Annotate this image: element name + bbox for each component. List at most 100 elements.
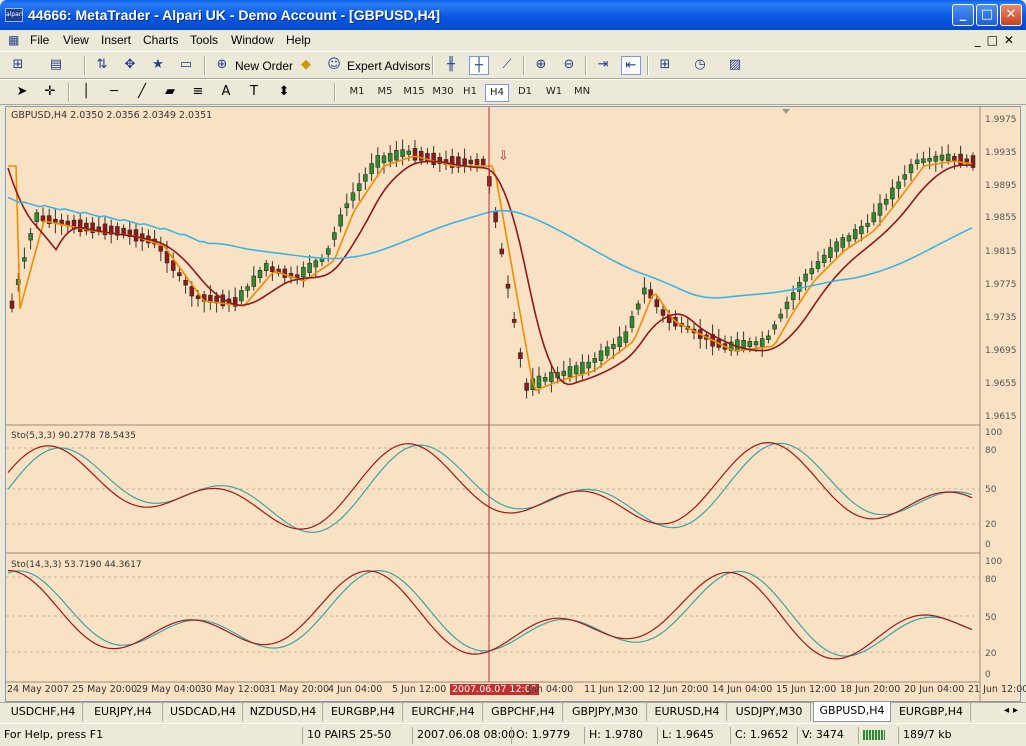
close-button[interactable]: ✕: [1000, 4, 1022, 26]
tab-eurusd[interactable]: EURUSD,H4: [648, 703, 727, 721]
timeframe-w1[interactable]: W1: [541, 84, 567, 102]
tab-gbpchf[interactable]: GBPCHF,H4: [484, 703, 563, 721]
line-chart-icon[interactable]: ⟋: [497, 56, 517, 75]
menu-view[interactable]: View: [63, 33, 89, 47]
candle: [524, 382, 529, 391]
tab-usdcad[interactable]: USDCAD,H4: [164, 703, 243, 721]
stoch2-signal-line: [7, 569, 973, 660]
tab-nzdusd[interactable]: NZDUSD,H4: [244, 703, 323, 721]
indicators-icon[interactable]: ⊞: [655, 56, 675, 75]
timeframe-m15[interactable]: M15: [400, 84, 428, 102]
candle: [629, 316, 635, 328]
chart-shift-icon[interactable]: ⇤: [621, 56, 641, 75]
timeframe-h1[interactable]: H1: [458, 84, 482, 102]
cursor-icon[interactable]: ➤: [12, 83, 32, 102]
timeframe-d1[interactable]: D1: [513, 84, 537, 102]
status-close: C: 1.9652: [730, 727, 788, 744]
stoch1-level-label: 100: [985, 428, 1003, 438]
expert-advisors-button[interactable]: Expert Advisors: [347, 59, 430, 73]
candle: [821, 254, 827, 263]
candlestick-icon[interactable]: ┼: [469, 56, 489, 75]
menu-window[interactable]: Window: [231, 33, 274, 47]
tab-gbpusd[interactable]: GBPUSD,H4: [813, 702, 891, 722]
toolbar-separator: [334, 83, 336, 102]
menu-file[interactable]: File: [30, 33, 49, 47]
candle: [871, 212, 877, 223]
stoch1-signal-line: [7, 441, 973, 530]
tab-eurjpy[interactable]: EURJPY,H4: [84, 703, 163, 721]
menu-charts[interactable]: Charts: [143, 33, 178, 47]
timeframe-m1[interactable]: M1: [344, 84, 370, 102]
candle: [294, 274, 300, 278]
candle: [635, 303, 641, 310]
text-icon[interactable]: A: [216, 83, 236, 102]
mdi-window-controls[interactable]: _□✕: [975, 33, 1020, 47]
autoscroll-icon[interactable]: ⇥: [593, 56, 613, 75]
tab-eurgbp[interactable]: EURGBP,H4: [324, 703, 403, 721]
chart-window[interactable]: ⇩ GBPUSD,H4 2.0350 2.0356 2.0349 2.0351 …: [5, 106, 1021, 702]
candle: [313, 260, 319, 268]
candle: [462, 158, 467, 166]
timeframe-m30[interactable]: M30: [429, 84, 457, 102]
menu-insert[interactable]: Insert: [101, 33, 131, 47]
candle: [623, 331, 629, 343]
terminal-icon[interactable]: ▭: [176, 56, 196, 75]
horizontal-line-icon[interactable]: ─: [104, 83, 124, 102]
status-open: O: 1.9779: [511, 727, 570, 744]
fibonacci-icon[interactable]: ≡: [188, 83, 208, 102]
profiles-icon[interactable]: ▤: [46, 56, 66, 75]
templates-icon[interactable]: ▨: [725, 56, 745, 75]
candle: [40, 215, 46, 222]
crosshair-icon[interactable]: ✛: [40, 83, 60, 102]
candle: [642, 287, 647, 295]
menu-tools[interactable]: Tools: [190, 33, 218, 47]
timeframe-h4[interactable]: H4: [485, 84, 509, 102]
status-traffic: 189/7 kb: [898, 727, 952, 744]
candle: [400, 149, 405, 157]
new-order-icon[interactable]: ⊕: [212, 56, 232, 75]
bar-chart-icon[interactable]: ╫: [441, 56, 461, 75]
candle: [511, 319, 517, 323]
candle: [431, 152, 436, 165]
stoch1-main-line: [7, 442, 973, 533]
candle: [195, 295, 201, 300]
new-chart-icon[interactable]: ⊞: [8, 56, 28, 75]
menu-help[interactable]: Help: [286, 33, 311, 47]
timeframe-mn[interactable]: MN: [569, 84, 595, 102]
navigator-icon[interactable]: ✥: [120, 56, 140, 75]
expert-advisors-icon[interactable]: ☺: [324, 56, 344, 75]
chart-canvas[interactable]: ⇩: [6, 107, 1020, 701]
candle: [375, 155, 381, 168]
tab-scroll-arrows[interactable]: ◂▸: [1004, 705, 1022, 716]
timeframe-m5[interactable]: M5: [372, 84, 398, 102]
minimize-button[interactable]: _: [952, 4, 974, 26]
candle: [77, 219, 83, 233]
tab-eurgbp-2[interactable]: EURGBP,H4: [892, 703, 971, 721]
candle: [474, 159, 480, 165]
mdi-chart-icon[interactable]: ▦: [8, 33, 19, 47]
zoom-out-icon[interactable]: ⊖: [559, 56, 579, 75]
maximize-button[interactable]: □: [976, 4, 998, 26]
market-watch-icon[interactable]: ⇅: [92, 56, 112, 75]
toolbar-separator: [204, 56, 206, 75]
toolbar-separator: [585, 56, 587, 75]
toolbar-separator: [523, 56, 525, 75]
time-label: 5 Jun 12:00: [392, 684, 447, 695]
arrows-icon[interactable]: ⬍: [274, 83, 294, 102]
tab-gbpjpy[interactable]: GBPJPY,M30: [564, 703, 647, 721]
zoom-in-icon[interactable]: ⊕: [531, 56, 551, 75]
toolbar-separator: [647, 56, 649, 75]
tab-usdjpy[interactable]: USDJPY,M30: [728, 703, 811, 721]
text-label-icon[interactable]: T: [244, 83, 264, 102]
periods-icon[interactable]: ◷: [690, 56, 710, 75]
tab-usdchf[interactable]: USDCHF,H4: [4, 703, 83, 721]
vertical-line-icon[interactable]: │: [76, 83, 96, 102]
new-order-button[interactable]: New Order: [235, 59, 293, 73]
metaeditor-icon[interactable]: ◆: [296, 56, 316, 75]
channel-icon[interactable]: ▰: [160, 83, 180, 102]
tab-eurchf[interactable]: EURCHF,H4: [404, 703, 483, 721]
trendline-icon[interactable]: ╱: [132, 83, 152, 102]
favorites-icon[interactable]: ★: [148, 56, 168, 75]
candle: [958, 153, 963, 166]
status-low: L: 1.9645: [657, 727, 714, 744]
